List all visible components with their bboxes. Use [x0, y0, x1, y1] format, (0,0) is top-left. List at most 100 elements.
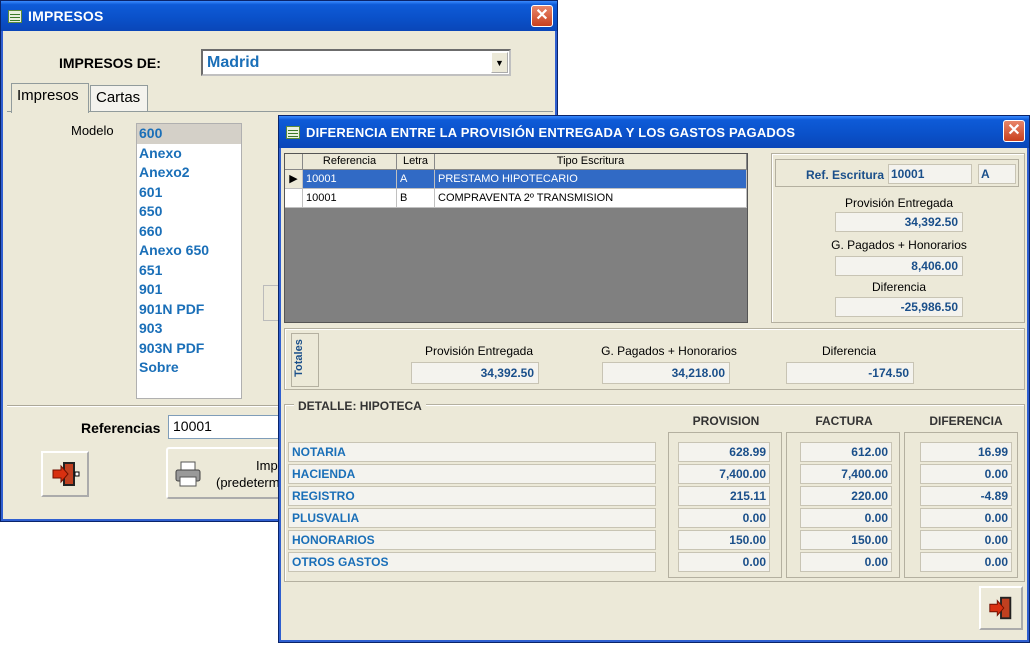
diferencia-label: Diferencia [871, 280, 927, 294]
provision-cell: 628.99 [678, 442, 770, 462]
detalle-concepto-label: PLUSVALIA [288, 508, 656, 528]
detalle-concepto-label: NOTARIA [288, 442, 656, 462]
exit-door-icon [52, 462, 80, 486]
exit-button[interactable] [41, 451, 89, 497]
provision-entregada-label: Provisión Entregada [844, 196, 954, 210]
exit-button[interactable] [979, 586, 1023, 630]
list-item[interactable]: Anexo2 [137, 163, 241, 183]
print-button[interactable]: Imp (predeterm [166, 447, 286, 499]
ref-escritura-box: Ref. Escritura 10001 A [775, 159, 1019, 187]
detalle-concepto-label: REGISTRO [288, 486, 656, 506]
impresos-de-select[interactable]: Madrid ▼ [201, 49, 511, 76]
list-item[interactable]: Anexo [137, 144, 241, 164]
referencias-input[interactable]: 10001 [168, 415, 286, 439]
detalle-concepto-label: HONORARIOS [288, 530, 656, 550]
modelo-label: Modelo [71, 123, 114, 138]
impresos-titlebar[interactable]: IMPRESOS ✕ [1, 1, 557, 31]
form-icon [286, 125, 300, 139]
totales-side-tab: Totales [291, 333, 319, 387]
print-label-line1: Imp [256, 458, 278, 473]
row-indicator [285, 189, 303, 208]
factura-cell: 0.00 [800, 552, 892, 572]
grid-col-referencia[interactable]: Referencia [303, 154, 397, 170]
totales-provision-label: Provisión Entregada [424, 344, 534, 358]
cell-referencia: 10001 [303, 189, 397, 208]
list-item[interactable]: 650 [137, 202, 241, 222]
grid-corner [285, 154, 303, 170]
totales-gastos-value: 34,218.00 [602, 362, 730, 384]
ref-escritura-letra: A [978, 164, 1016, 184]
row-indicator: ▶ [285, 170, 303, 189]
close-button[interactable]: ✕ [1003, 120, 1025, 142]
detalle-title: DETALLE: HIPOTECA [294, 399, 426, 413]
form-icon [8, 9, 22, 23]
col-provision-header: PROVISION [692, 414, 760, 428]
table-row[interactable]: 10001 B COMPRAVENTA 2º TRANSMISION [285, 189, 747, 208]
close-button[interactable]: ✕ [531, 5, 553, 27]
impresos-title: IMPRESOS [28, 8, 104, 24]
ref-escritura-value: 10001 [888, 164, 972, 184]
provision-entregada-value: 34,392.50 [835, 212, 963, 232]
grid-header: Referencia Letra Tipo Escritura [285, 154, 747, 170]
list-item[interactable]: Anexo 650 [137, 241, 241, 261]
gastos-pagados-label: G. Pagados + Honorarios [831, 238, 967, 252]
grid-body: ▶ 10001 A PRESTAMO HIPOTECARIO 10001 B COMPRAV… [285, 170, 747, 208]
diferencia-window: DIFERENCIA ENTRE LA PROVISIÓN ENTREGADA … [278, 115, 1030, 643]
list-item[interactable]: 903N PDF [137, 339, 241, 359]
list-item[interactable]: 601 [137, 183, 241, 203]
diferencia-cell: 0.00 [920, 508, 1012, 528]
factura-cell: 612.00 [800, 442, 892, 462]
factura-cell: 150.00 [800, 530, 892, 550]
escrituras-grid[interactable]: Referencia Letra Tipo Escritura ▶ 10001 A P… [284, 153, 748, 323]
grid-col-tipo[interactable]: Tipo Escritura [435, 154, 747, 170]
factura-cell: 0.00 [800, 508, 892, 528]
list-item[interactable]: 901 [137, 280, 241, 300]
list-item[interactable]: 651 [137, 261, 241, 281]
diferencia-value: -25,986.50 [835, 297, 963, 317]
printer-icon [175, 461, 201, 487]
detalle-concepto-label: HACIENDA [288, 464, 656, 484]
cell-tipo: PRESTAMO HIPOTECARIO [435, 170, 747, 189]
diferencia-cell: 0.00 [920, 464, 1012, 484]
provision-cell: 150.00 [678, 530, 770, 550]
print-label-line2: (predeterm [216, 475, 280, 490]
list-item[interactable]: Sobre [137, 358, 241, 378]
factura-cell: 220.00 [800, 486, 892, 506]
chevron-down-icon[interactable]: ▼ [491, 52, 508, 73]
detalle-concepto-label: OTROS GASTOS [288, 552, 656, 572]
list-item[interactable]: 660 [137, 222, 241, 242]
cell-referencia: 10001 [303, 170, 397, 189]
totales-diferencia-value: -174.50 [786, 362, 914, 384]
provision-cell: 7,400.00 [678, 464, 770, 484]
totales-diferencia-label: Diferencia [821, 344, 877, 358]
exit-door-icon [989, 596, 1012, 620]
diferencia-titlebar[interactable]: DIFERENCIA ENTRE LA PROVISIÓN ENTREGADA … [279, 116, 1029, 148]
impresos-de-value: Madrid [207, 54, 260, 71]
list-item[interactable]: 903 [137, 319, 241, 339]
diferencia-cell: 0.00 [920, 552, 1012, 572]
totales-provision-value: 34,392.50 [411, 362, 539, 384]
list-item[interactable]: 901N PDF [137, 300, 241, 320]
diferencia-cell: 0.00 [920, 530, 1012, 550]
factura-cell: 7,400.00 [800, 464, 892, 484]
modelo-listbox[interactable]: 600 Anexo Anexo2 601 650 660 Anexo 650 651 901 90… [136, 123, 242, 399]
provision-cell: 0.00 [678, 552, 770, 572]
tab-cartas[interactable]: Cartas [90, 85, 148, 111]
impresos-de-label: IMPRESOS DE: [59, 55, 161, 71]
diferencia-cell: -4.89 [920, 486, 1012, 506]
cell-tipo: COMPRAVENTA 2º TRANSMISION [435, 189, 747, 208]
provision-cell: 0.00 [678, 508, 770, 528]
grid-col-letra[interactable]: Letra [397, 154, 435, 170]
referencias-label: Referencias [81, 420, 161, 436]
gastos-pagados-value: 8,406.00 [835, 256, 963, 276]
provision-cell: 215.11 [678, 486, 770, 506]
tab-impresos[interactable]: Impresos [11, 83, 89, 113]
diferencia-cell: 16.99 [920, 442, 1012, 462]
totales-gastos-label: G. Pagados + Honorarios [601, 344, 737, 358]
cell-letra: B [397, 189, 435, 208]
cell-letra: A [397, 170, 435, 189]
totales-label: Totales [292, 339, 305, 377]
col-diferencia-header: DIFERENCIA [929, 414, 1003, 428]
table-row[interactable]: ▶ 10001 A PRESTAMO HIPOTECARIO [285, 170, 747, 189]
list-item[interactable]: 600 [137, 124, 241, 144]
